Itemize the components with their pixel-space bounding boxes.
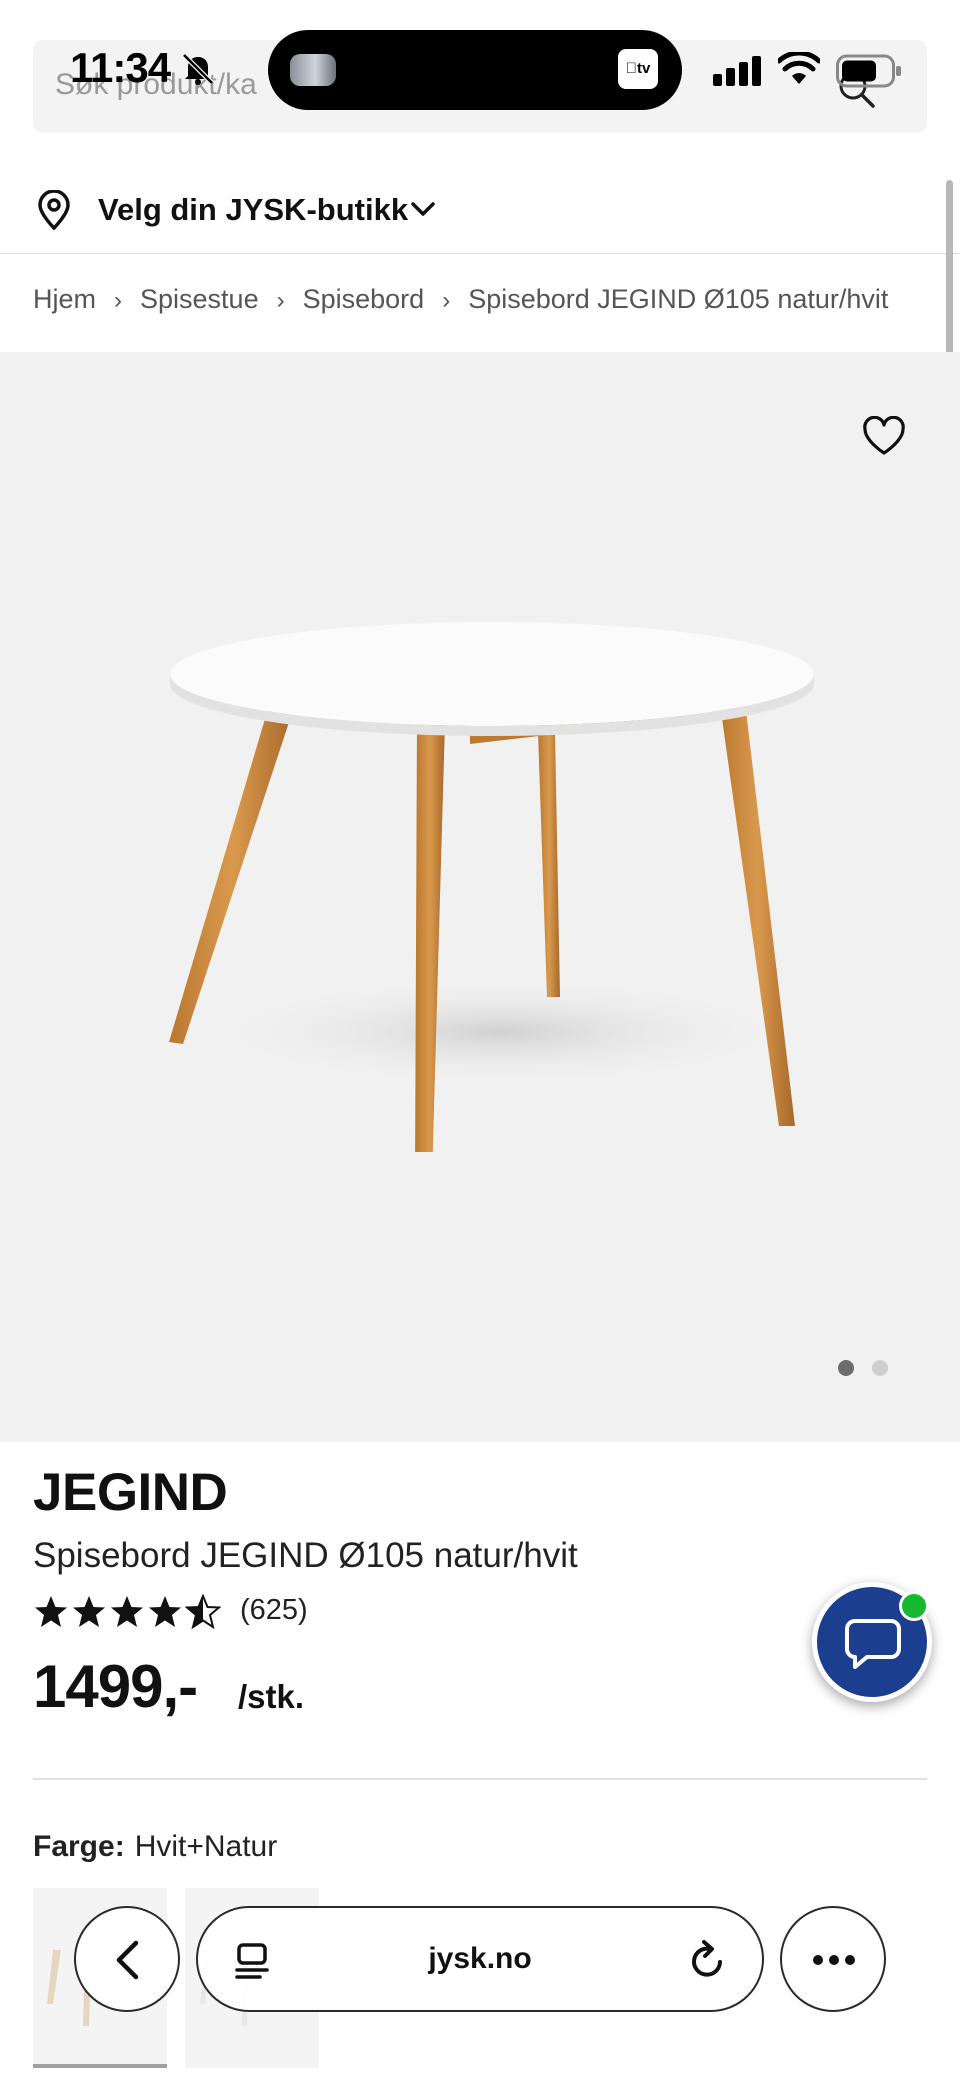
media-thumbnail [290,54,336,86]
section-divider [33,1778,927,1780]
price-unit: /stk. [238,1678,305,1715]
color-value: Hvit+Natur [134,1830,278,1863]
cellular-signal-icon [713,56,761,86]
battery-icon [836,54,901,88]
chat-button[interactable] [812,1582,932,1702]
chevron-down-icon [411,202,435,216]
reload-icon[interactable] [688,1938,728,1982]
product-image-gallery[interactable] [0,352,960,1442]
apple-tv-icon: tv [618,49,658,89]
breadcrumb-separator-icon: › [276,287,285,314]
product-brand: JEGIND [33,1463,228,1522]
gallery-dot-active[interactable] [838,1360,854,1376]
breadcrumb: Hjem › Spisestue › Spisebord › Spisebord JEGIN… [33,284,888,315]
browser-more-button[interactable] [780,1906,886,2012]
breadcrumb-link-spisebord[interactable]: Spisebord [303,284,425,315]
gallery-pagination [838,1360,906,1381]
wifi-icon [778,52,820,84]
breadcrumb-current: Spisebord JEGIND Ø105 natur/hvit [468,284,889,314]
breadcrumb-separator-icon: › [114,287,123,314]
browser-back-button[interactable] [74,1906,180,2012]
clock: 11:34 [70,44,171,91]
store-selector-label: Velg din JYSK-butikk [98,192,409,227]
chat-bubble-icon [845,1619,901,1669]
color-selection: Farge: Hvit+Natur [33,1830,277,1864]
product-image-table [169,622,814,1152]
color-label: Farge: [33,1830,125,1863]
status-bar: Søk produkt/ka 11:34 tv [0,0,960,140]
silent-bell-icon [182,53,214,85]
star-half-icon [184,1593,222,1630]
store-selector[interactable]: Velg din JYSK-butikk [0,170,960,254]
product-price: 1499,- [33,1653,198,1720]
browser-address-bar[interactable]: jysk.no [196,1906,764,2012]
product-name: Spisebord JEGIND Ø105 natur/hvit [33,1536,578,1575]
star-full-icon [73,1596,105,1627]
rating-stars[interactable] [33,1593,223,1634]
ellipsis-icon [813,1955,855,1965]
star-full-icon [111,1596,143,1627]
browser-url[interactable]: jysk.no [198,1942,762,1976]
gallery-dot[interactable] [872,1360,888,1376]
breadcrumb-separator-icon: › [442,287,451,314]
star-full-icon [35,1596,67,1627]
online-status-indicator [899,1591,929,1621]
dynamic-island: tv [268,30,682,110]
location-pin-icon [38,190,70,230]
chevron-left-icon [116,1940,139,1980]
star-full-icon [149,1596,181,1627]
review-count[interactable]: (625) [240,1594,308,1627]
favorite-heart-icon[interactable] [862,416,906,456]
breadcrumb-link-home[interactable]: Hjem [33,284,96,315]
breadcrumb-link-spisestue[interactable]: Spisestue [140,284,259,315]
